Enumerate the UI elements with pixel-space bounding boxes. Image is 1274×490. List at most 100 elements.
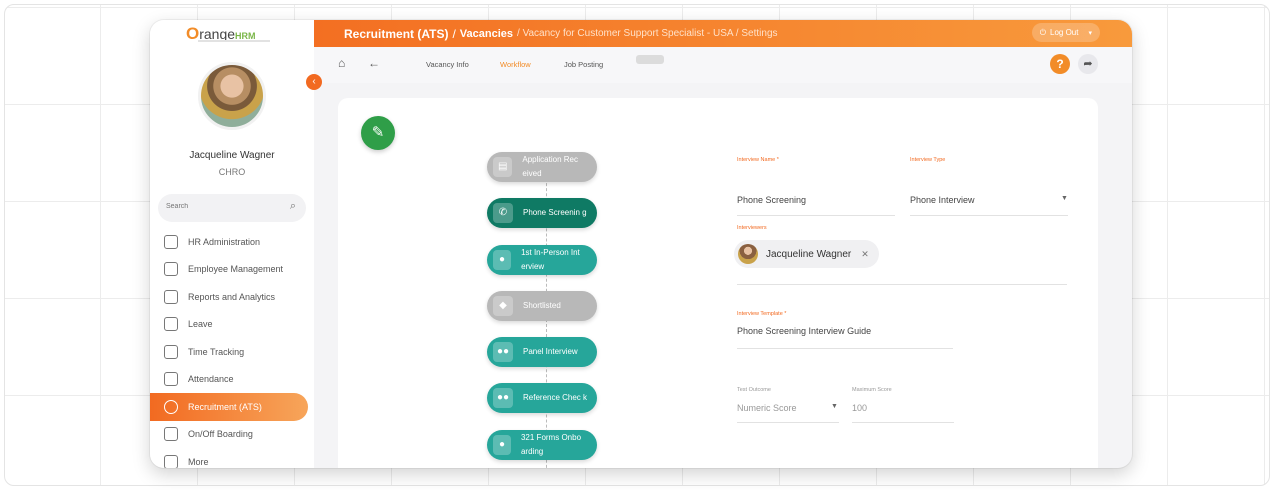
user-name: Jacqueline Wagner	[189, 150, 275, 161]
employee-management-icon	[164, 262, 178, 277]
workflow-step-label: Reference Chec k	[523, 393, 588, 402]
sidebar-item-label: On/Off Boarding	[188, 429, 253, 440]
share-icon[interactable]: ➦	[1078, 54, 1098, 74]
interviewers-underline	[737, 284, 1067, 285]
tab-job-posting[interactable]: Job Posting	[564, 60, 603, 69]
time-tracking-icon	[164, 344, 178, 359]
interview-name-underline	[737, 215, 895, 216]
test-outcome-select[interactable]: Numeric Score	[737, 403, 797, 413]
sidebar-item-reports[interactable]: Reports and Analytics	[150, 283, 314, 311]
workflow-step-panel-interview[interactable]: ●● Panel Interview	[487, 337, 597, 367]
workflow-step-label: Phone Screenin g	[523, 208, 587, 217]
tab-workflow[interactable]: Workflow	[500, 60, 531, 69]
sidebar-item-label: Time Tracking	[188, 346, 245, 357]
logout-label: Log Out	[1050, 28, 1079, 37]
workflow-step-label: Application Rec eived	[522, 155, 578, 178]
search-input[interactable]	[166, 203, 266, 210]
group-icon: ●●	[493, 388, 513, 408]
sidebar-item-time-tracking[interactable]: Time Tracking	[150, 338, 314, 366]
chevron-down-icon[interactable]: ▾	[1088, 29, 1092, 37]
user-avatar[interactable]	[198, 62, 266, 130]
sidebar-item-onboarding[interactable]: On/Off Boarding	[150, 421, 314, 449]
maximum-score-underline	[852, 422, 954, 423]
tab-vacancy-info[interactable]: Vacancy Info	[426, 60, 469, 69]
tag-icon: ◆	[493, 296, 513, 316]
interview-name-label: Interview Name *	[737, 157, 779, 163]
reports-icon	[164, 289, 178, 304]
logo-tagline	[198, 40, 270, 42]
sidebar-item-label: Attendance	[188, 374, 234, 385]
close-icon[interactable]: ✕	[861, 249, 869, 260]
chevron-down-icon[interactable]: ▼	[1061, 195, 1068, 202]
interviewers-label: Interviewers	[737, 225, 767, 231]
sidebar-collapse-button[interactable]: ‹	[306, 74, 322, 90]
interview-template-label: Interview Template *	[737, 311, 787, 317]
sidebar-item-leave[interactable]: Leave	[150, 311, 314, 339]
test-outcome-underline	[737, 422, 839, 423]
interview-type-underline	[910, 215, 1068, 216]
sidebar: OrangeHRM Jacqueline Wagner CHRO ⌕ HR Ad…	[150, 20, 314, 468]
edit-button[interactable]: ✎	[361, 116, 395, 150]
logout-icon: ⏻	[1039, 27, 1047, 37]
hr-admin-icon	[164, 234, 178, 249]
breadcrumb-module[interactable]: Recruitment (ATS)	[344, 27, 448, 41]
workflow-step-first-interview[interactable]: ● 1st In-Person Int erview	[487, 245, 597, 275]
top-bar: Recruitment (ATS) / Vacancies / Vacancy …	[314, 20, 1132, 47]
workflow-step-reference-check[interactable]: ●● Reference Chec k	[487, 383, 597, 413]
more-icon	[164, 454, 178, 468]
sidebar-item-label: Reports and Analytics	[188, 291, 276, 302]
workflow-step-label: 1st In-Person Int erview	[521, 248, 580, 271]
document-icon: ▤	[493, 157, 513, 177]
sidebar-item-label: Employee Management	[188, 264, 284, 275]
workflow-step-label: 321 Forms Onbo arding	[520, 433, 582, 456]
maximum-score-field[interactable]: 100	[852, 403, 867, 413]
breadcrumb-separator: /	[452, 26, 456, 41]
group-icon: ●●	[493, 342, 513, 362]
attendance-icon	[164, 372, 178, 387]
breadcrumb-current: / Vacancy for Customer Support Specialis…	[517, 28, 778, 39]
test-outcome-label: Test Outcome	[737, 387, 771, 393]
search-icon[interactable]: ⌕	[290, 200, 296, 213]
breadcrumb-vacancies[interactable]: Vacancies	[460, 28, 513, 40]
sidebar-item-more[interactable]: More	[150, 448, 314, 468]
help-button[interactable]: ?	[1050, 54, 1070, 74]
maximum-score-label: Maximum Score	[852, 387, 892, 393]
chevron-down-icon[interactable]: ▼	[831, 403, 838, 410]
tab-indicator	[636, 55, 664, 64]
sidebar-item-attendance[interactable]: Attendance	[150, 366, 314, 394]
sidebar-menu: HR Administration Employee Management Re…	[150, 228, 314, 468]
workflow-step-shortlisted[interactable]: ◆ Shortlisted	[487, 291, 597, 321]
workflow-step-label: Shortlisted	[523, 301, 561, 310]
person-icon: ●	[493, 250, 512, 270]
back-arrow-icon[interactable]: ←	[368, 56, 380, 70]
sidebar-search: ⌕	[158, 194, 306, 222]
interview-type-select[interactable]: Phone Interview	[910, 195, 975, 205]
sidebar-item-label: Leave	[188, 319, 213, 330]
leave-icon	[164, 317, 178, 332]
sub-navigation: ⌂ ← Vacancy Info Workflow Job Posting ? …	[314, 47, 1132, 83]
interview-template-select[interactable]: Phone Screening Interview Guide	[737, 326, 871, 336]
logout-button[interactable]: ⏻ Log Out ▾	[1031, 23, 1100, 42]
interview-template-underline	[737, 348, 953, 349]
person-icon: ●	[493, 435, 511, 455]
user-role: CHRO	[218, 167, 246, 177]
sidebar-item-label: More	[188, 456, 209, 467]
workflow-step-application-received[interactable]: ▤ Application Rec eived	[487, 152, 597, 182]
interview-name-field[interactable]: Phone Screening	[737, 195, 806, 205]
interview-type-label: Interview Type	[910, 157, 946, 163]
avatar	[738, 244, 758, 264]
sidebar-item-hr-administration[interactable]: HR Administration	[150, 228, 314, 256]
home-icon[interactable]: ⌂	[338, 56, 345, 70]
sidebar-item-recruitment[interactable]: Recruitment (ATS)	[150, 393, 308, 421]
workflow-step-phone-screening[interactable]: ✆ Phone Screenin g	[487, 198, 597, 228]
workflow-step-onboarding[interactable]: ● 321 Forms Onbo arding	[487, 430, 597, 460]
sidebar-item-employee-management[interactable]: Employee Management	[150, 256, 314, 284]
sidebar-item-label: HR Administration	[188, 236, 261, 247]
phone-icon: ✆	[493, 203, 513, 223]
workflow-step-label: Panel Interview	[523, 347, 578, 356]
workflow-card: ✎ ▤ Application Rec eived ✆ Phone Screen…	[338, 98, 1098, 468]
app-window: OrangeHRM Jacqueline Wagner CHRO ⌕ HR Ad…	[150, 20, 1132, 468]
sidebar-item-label: Recruitment (ATS)	[188, 401, 262, 412]
recruitment-icon	[164, 399, 178, 414]
onboarding-icon	[164, 427, 178, 442]
